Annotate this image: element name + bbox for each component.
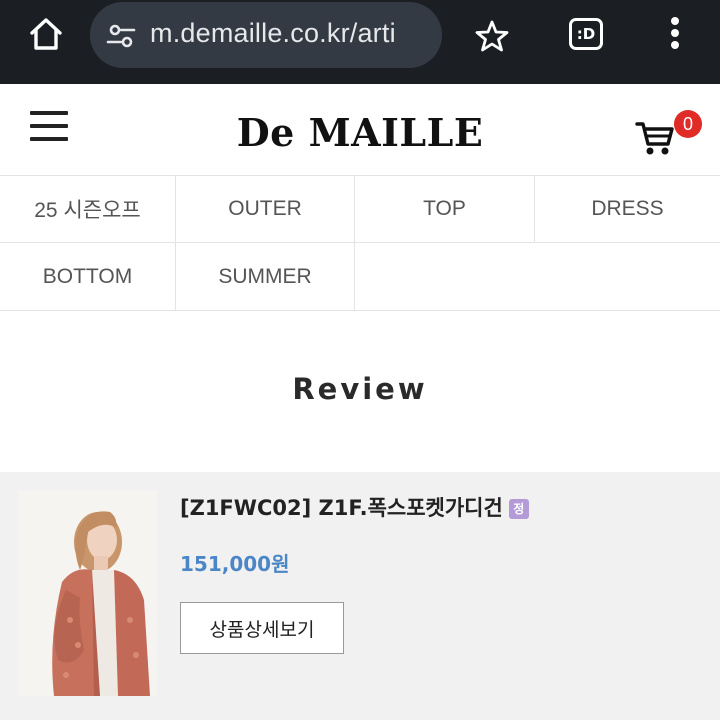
page-title: Review: [292, 372, 428, 406]
tune-icon[interactable]: [106, 21, 136, 51]
category-outer[interactable]: OUTER: [176, 176, 355, 243]
home-icon: [30, 18, 62, 50]
browser-menu-button[interactable]: [654, 10, 696, 56]
home-button[interactable]: [22, 12, 70, 56]
cart-icon: [635, 122, 674, 155]
product-photo-illustration: [18, 490, 157, 696]
tabs-icon: :D: [569, 18, 603, 50]
category-summer[interactable]: SUMMER: [176, 243, 355, 310]
product-card: [Z1FWC02] Z1F.폭스포켓가디건 정 151,000원 상품상세보기: [0, 472, 720, 720]
site-logo[interactable]: De MAILLE: [0, 110, 720, 155]
category-dress[interactable]: DRESS: [535, 176, 720, 243]
url-text[interactable]: m.demaille.co.kr/arti: [150, 18, 430, 49]
tabs-button[interactable]: :D: [563, 12, 609, 56]
site-header: De MAILLE 0: [0, 84, 720, 176]
more-vert-icon: [671, 17, 679, 49]
cart-button[interactable]: 0: [634, 110, 704, 160]
cart-count-badge: 0: [674, 110, 702, 138]
product-name[interactable]: [Z1FWC02] Z1F.폭스포켓가디건 정: [180, 492, 529, 522]
product-image[interactable]: [18, 490, 157, 696]
category-top[interactable]: TOP: [355, 176, 535, 243]
product-badge: 정: [508, 499, 529, 519]
product-name-text[interactable]: [Z1FWC02] Z1F.폭스포켓가디건: [180, 496, 503, 520]
category-season-off[interactable]: 25 시즌오프: [0, 176, 176, 243]
product-price: 151,000원: [180, 552, 290, 576]
bookmark-button[interactable]: [470, 14, 514, 58]
category-bottom[interactable]: BOTTOM: [0, 243, 176, 310]
product-detail-button[interactable]: 상품상세보기: [180, 602, 344, 654]
address-bar[interactable]: m.demaille.co.kr/arti: [90, 2, 442, 68]
star-icon: [475, 20, 509, 52]
browser-toolbar: m.demaille.co.kr/arti :D: [0, 0, 720, 84]
category-nav: 25 시즌오프 OUTER TOP DRESS BOTTOM SUMMER: [0, 176, 720, 311]
